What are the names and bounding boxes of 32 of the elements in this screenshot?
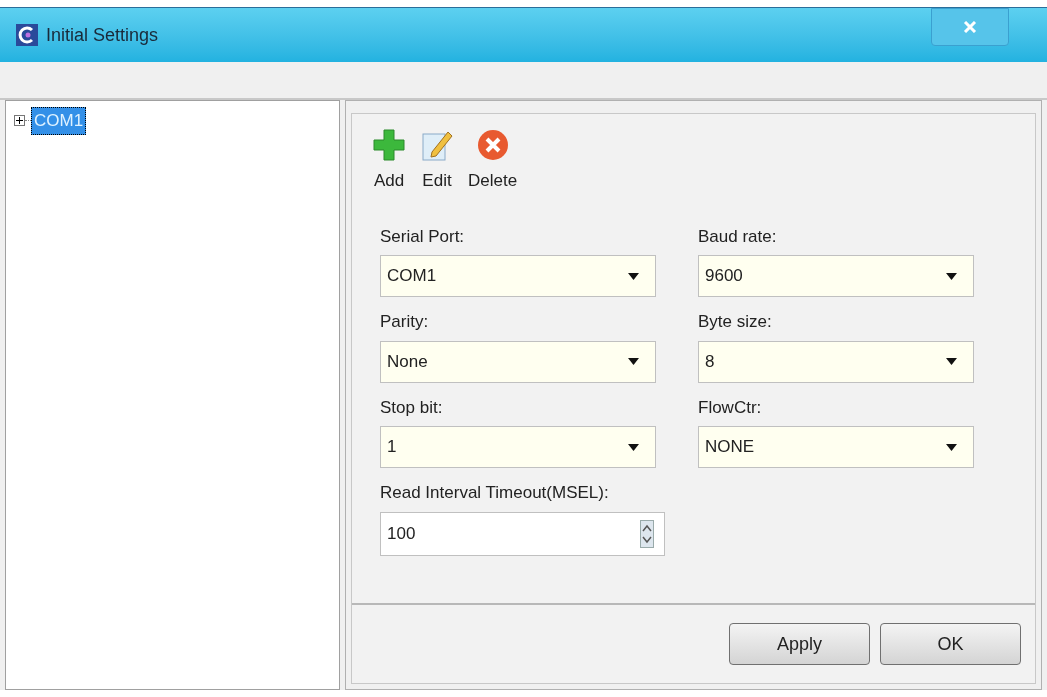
field-label: Baud rate: [698,225,777,248]
dropdown-arrow-icon [628,443,639,451]
dropdown[interactable]: None [380,340,656,383]
expand-toggle[interactable] [14,115,25,127]
edit-button[interactable]: Edit [420,128,454,194]
dropdown-arrow-icon [628,358,639,365]
field-label: FlowCtr: [698,396,762,419]
spinner-arrows-icon[interactable] [640,519,654,548]
close-icon [963,21,977,33]
dropdown-arrow-icon [946,443,957,451]
dropdown[interactable]: COM1 [380,255,656,297]
dropdown[interactable]: 9600 [698,255,974,297]
delete-button[interactable]: Delete [468,128,518,194]
add-button[interactable]: Add [372,128,406,194]
dropdown-arrow-icon [628,272,639,280]
field-label: Read Interval Timeout(MSEL): [380,482,609,504]
window-title: Initial Settings [46,23,159,47]
dropdown-arrow-icon [946,358,957,365]
field-label: Byte size: [698,311,772,333]
field-label: Serial Port: [380,225,465,248]
dialog-button[interactable]: Apply [729,623,870,665]
field-label: Parity: [380,311,429,333]
dropdown-arrow-icon [946,272,957,280]
app-logo-icon [16,24,38,46]
dropdown[interactable]: NONE [698,426,974,468]
delete-icon [475,128,510,162]
dropdown[interactable]: 1 [380,426,656,468]
field-label: Stop bit: [380,396,443,419]
spin-box[interactable]: 100 [380,511,665,556]
dropdown[interactable]: 8 [698,340,974,383]
plus-icon [372,128,406,162]
dialog-button[interactable]: OK [880,623,1021,665]
